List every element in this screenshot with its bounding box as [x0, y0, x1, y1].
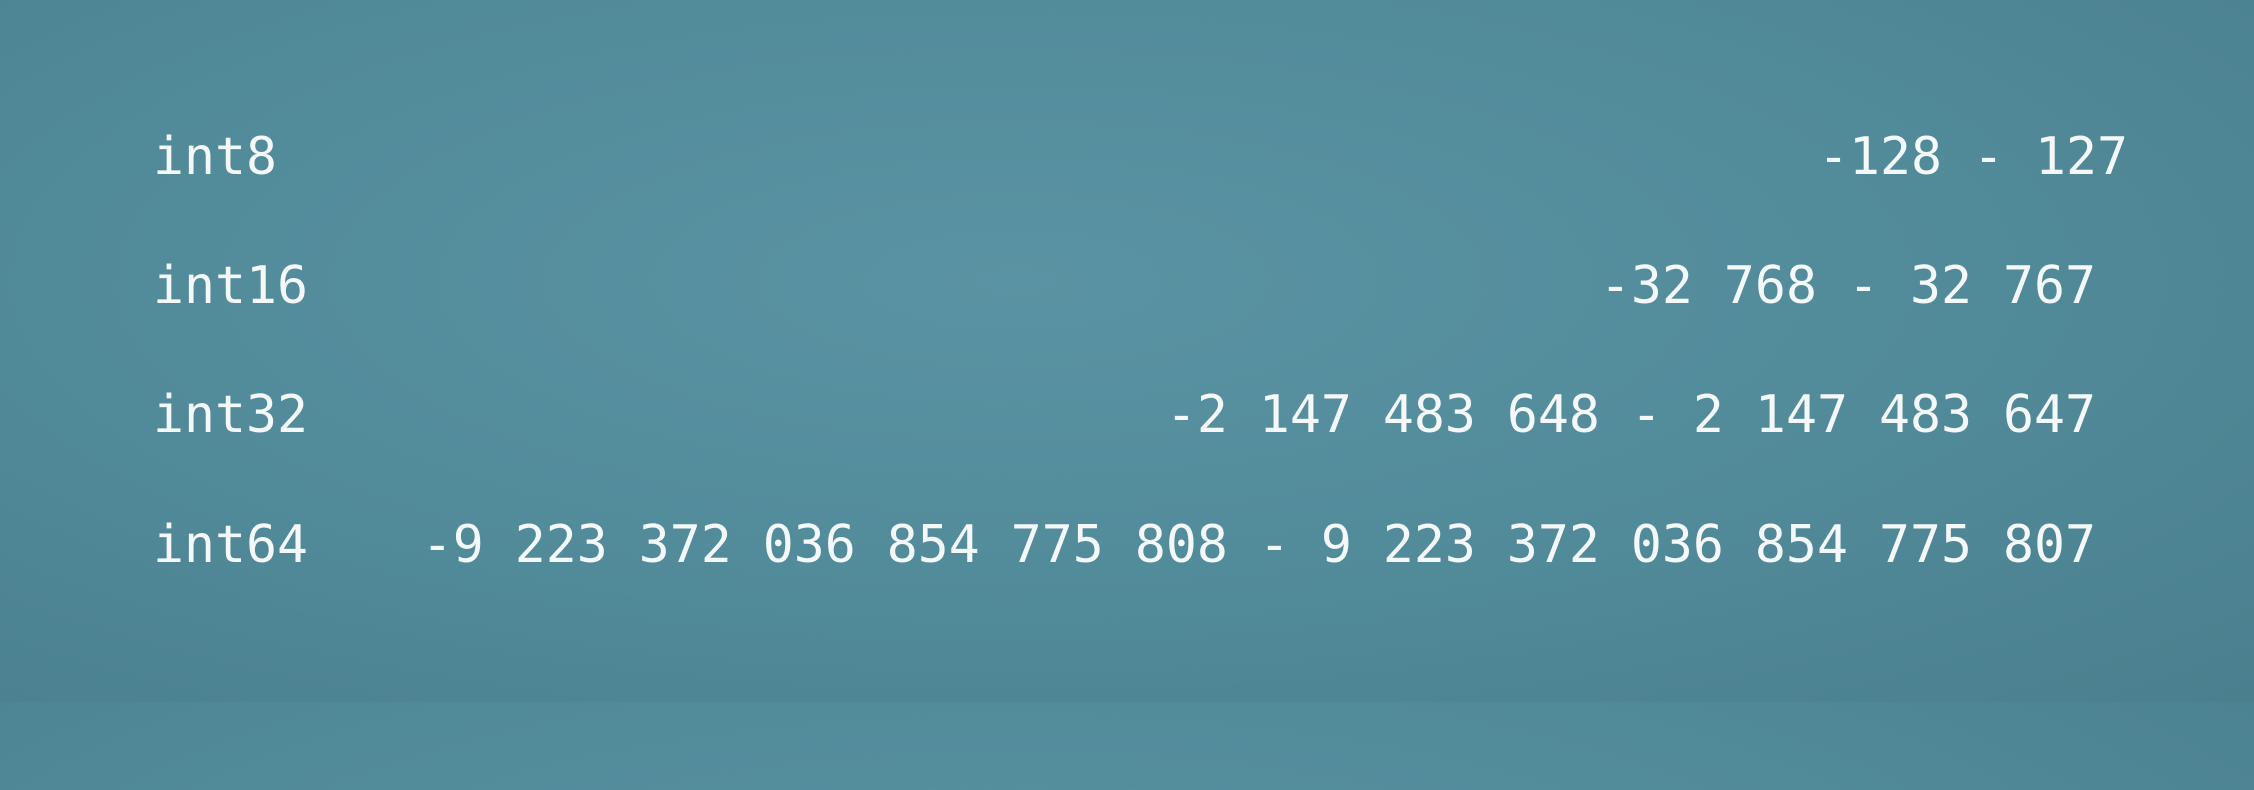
table-row-int32: int32 -2 147 483 648 - 2 147 483 647 — [153, 380, 2096, 450]
type-name: int64 — [153, 515, 309, 575]
table-row-int64: int64 -9 223 372 036 854 775 808 - 9 223… — [153, 510, 2096, 580]
table-row-int16: int16 -32 768 - 32 767 — [153, 251, 2096, 321]
type-range: -32 768 - 32 767 — [1599, 256, 2096, 316]
slide: int8 -128 - 127 int16 -32 768 - 32 767 i… — [0, 0, 2254, 702]
type-range: -9 223 372 036 854 775 808 - 9 223 372 0… — [421, 515, 2096, 575]
type-name: int8 — [153, 127, 278, 187]
type-name: int32 — [153, 385, 309, 445]
type-range: -128 - 127 — [1817, 127, 2128, 187]
type-range: -2 147 483 648 - 2 147 483 647 — [1165, 385, 2096, 445]
type-name: int16 — [153, 256, 309, 316]
table-row-int8: int8 -128 - 127 — [153, 122, 2128, 192]
